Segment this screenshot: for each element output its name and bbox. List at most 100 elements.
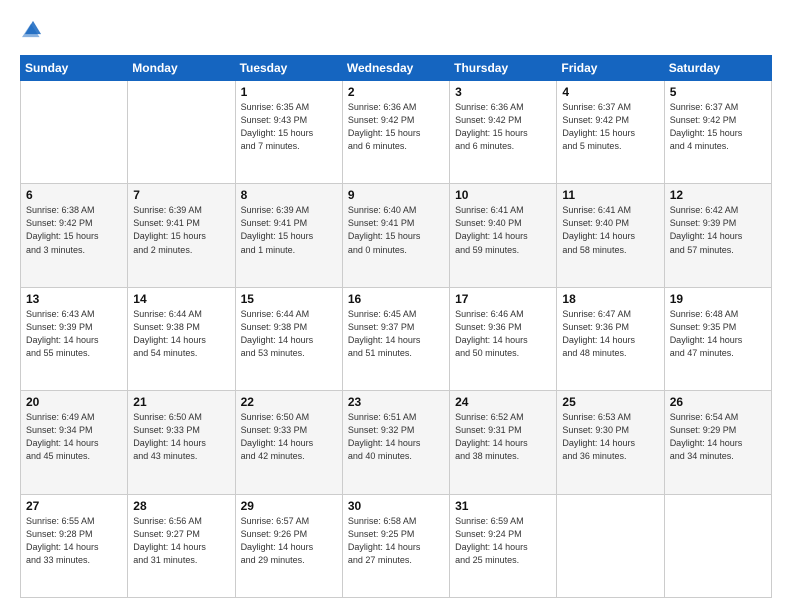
calendar-cell: 14Sunrise: 6:44 AM Sunset: 9:38 PM Dayli… xyxy=(128,287,235,390)
weekday-header-monday: Monday xyxy=(128,56,235,81)
calendar-cell: 23Sunrise: 6:51 AM Sunset: 9:32 PM Dayli… xyxy=(342,391,449,494)
day-info: Sunrise: 6:49 AM Sunset: 9:34 PM Dayligh… xyxy=(26,411,122,463)
calendar-cell: 20 Sunrise: 6:49 AM Sunset: 9:34 PM Dayli… xyxy=(21,391,128,494)
day-info: Sunrise: 6:46 AM Sunset: 9:36 PM Dayligh… xyxy=(455,308,551,360)
day-number: 6 xyxy=(26,188,122,202)
week-row-2: 6 Sunrise: 6:38 AM Sunset: 9:42 PM Daylig… xyxy=(21,184,772,287)
day-number: 16 xyxy=(348,292,444,306)
logo-icon xyxy=(22,18,44,40)
day-number: 15 xyxy=(241,292,337,306)
calendar-cell: 13 Sunrise: 6:43 AM Sunset: 9:39 PM Dayli… xyxy=(21,287,128,390)
day-number: 4 xyxy=(562,85,658,99)
calendar-cell: 25 Sunrise: 6:53 AM Sunset: 9:30 PM Dayli… xyxy=(557,391,664,494)
day-number: 5 xyxy=(670,85,766,99)
calendar-cell: 11 Sunrise: 6:41 AM Sunset: 9:40 PM Dayli… xyxy=(557,184,664,287)
day-info: Sunrise: 6:38 AM Sunset: 9:42 PM Dayligh… xyxy=(26,204,122,256)
day-number: 20 xyxy=(26,395,122,409)
weekday-header-sunday: Sunday xyxy=(21,56,128,81)
day-number: 25 xyxy=(562,395,658,409)
day-info: Sunrise: 6:47 AM Sunset: 9:36 PM Dayligh… xyxy=(562,308,658,360)
day-info: Sunrise: 6:56 AM Sunset: 9:27 PM Dayligh… xyxy=(133,515,229,567)
day-number: 13 xyxy=(26,292,122,306)
calendar-cell: 22 Sunrise: 6:50 AM Sunset: 9:33 PM Dayli… xyxy=(235,391,342,494)
day-number: 8 xyxy=(241,188,337,202)
weekday-header-thursday: Thursday xyxy=(450,56,557,81)
day-info: Sunrise: 6:43 AM Sunset: 9:39 PM Dayligh… xyxy=(26,308,122,360)
day-number: 12 xyxy=(670,188,766,202)
day-info: Sunrise: 6:48 AM Sunset: 9:35 PM Dayligh… xyxy=(670,308,766,360)
day-number: 26 xyxy=(670,395,766,409)
weekday-row: SundayMondayTuesdayWednesdayThursdayFrid… xyxy=(21,56,772,81)
day-info: Sunrise: 6:50 AM Sunset: 9:33 PM Dayligh… xyxy=(133,411,229,463)
day-info: Sunrise: 6:44 AM Sunset: 9:38 PM Dayligh… xyxy=(241,308,337,360)
calendar-cell: 31Sunrise: 6:59 AM Sunset: 9:24 PM Dayli… xyxy=(450,494,557,597)
day-number: 28 xyxy=(133,499,229,513)
day-info: Sunrise: 6:37 AM Sunset: 9:42 PM Dayligh… xyxy=(562,101,658,153)
day-info: Sunrise: 6:42 AM Sunset: 9:39 PM Dayligh… xyxy=(670,204,766,256)
day-number: 27 xyxy=(26,499,122,513)
logo xyxy=(20,18,46,45)
day-number: 21 xyxy=(133,395,229,409)
header xyxy=(20,18,772,45)
day-info: Sunrise: 6:39 AM Sunset: 9:41 PM Dayligh… xyxy=(241,204,337,256)
calendar-header: SundayMondayTuesdayWednesdayThursdayFrid… xyxy=(21,56,772,81)
calendar-cell: 6 Sunrise: 6:38 AM Sunset: 9:42 PM Daylig… xyxy=(21,184,128,287)
week-row-5: 27 Sunrise: 6:55 AM Sunset: 9:28 PM Dayli… xyxy=(21,494,772,597)
day-number: 2 xyxy=(348,85,444,99)
calendar-cell: 16 Sunrise: 6:45 AM Sunset: 9:37 PM Dayli… xyxy=(342,287,449,390)
calendar-cell: 5 Sunrise: 6:37 AM Sunset: 9:42 PM Daylig… xyxy=(664,81,771,184)
day-info: Sunrise: 6:55 AM Sunset: 9:28 PM Dayligh… xyxy=(26,515,122,567)
day-info: Sunrise: 6:59 AM Sunset: 9:24 PM Dayligh… xyxy=(455,515,551,567)
day-number: 22 xyxy=(241,395,337,409)
day-number: 19 xyxy=(670,292,766,306)
day-info: Sunrise: 6:35 AM Sunset: 9:43 PM Dayligh… xyxy=(241,101,337,153)
calendar-cell: 4 Sunrise: 6:37 AM Sunset: 9:42 PM Daylig… xyxy=(557,81,664,184)
day-number: 29 xyxy=(241,499,337,513)
calendar-cell: 30 Sunrise: 6:58 AM Sunset: 9:25 PM Dayli… xyxy=(342,494,449,597)
calendar-cell: 10 Sunrise: 6:41 AM Sunset: 9:40 PM Dayli… xyxy=(450,184,557,287)
weekday-header-wednesday: Wednesday xyxy=(342,56,449,81)
day-info: Sunrise: 6:36 AM Sunset: 9:42 PM Dayligh… xyxy=(348,101,444,153)
calendar-cell: 8 Sunrise: 6:39 AM Sunset: 9:41 PM Daylig… xyxy=(235,184,342,287)
weekday-header-tuesday: Tuesday xyxy=(235,56,342,81)
calendar-cell xyxy=(557,494,664,597)
calendar-cell: 18Sunrise: 6:47 AM Sunset: 9:36 PM Dayli… xyxy=(557,287,664,390)
calendar-cell: 15 Sunrise: 6:44 AM Sunset: 9:38 PM Dayli… xyxy=(235,287,342,390)
day-info: Sunrise: 6:40 AM Sunset: 9:41 PM Dayligh… xyxy=(348,204,444,256)
calendar-cell: 21 Sunrise: 6:50 AM Sunset: 9:33 PM Dayli… xyxy=(128,391,235,494)
week-row-1: 1 Sunrise: 6:35 AM Sunset: 9:43 PM Daylig… xyxy=(21,81,772,184)
calendar-cell: 26 Sunrise: 6:54 AM Sunset: 9:29 PM Dayli… xyxy=(664,391,771,494)
calendar-cell: 9 Sunrise: 6:40 AM Sunset: 9:41 PM Daylig… xyxy=(342,184,449,287)
calendar-cell: 1 Sunrise: 6:35 AM Sunset: 9:43 PM Daylig… xyxy=(235,81,342,184)
calendar-cell xyxy=(664,494,771,597)
day-info: Sunrise: 6:45 AM Sunset: 9:37 PM Dayligh… xyxy=(348,308,444,360)
day-info: Sunrise: 6:57 AM Sunset: 9:26 PM Dayligh… xyxy=(241,515,337,567)
day-number: 30 xyxy=(348,499,444,513)
weekday-header-friday: Friday xyxy=(557,56,664,81)
calendar-cell: 2 Sunrise: 6:36 AM Sunset: 9:42 PM Daylig… xyxy=(342,81,449,184)
day-info: Sunrise: 6:50 AM Sunset: 9:33 PM Dayligh… xyxy=(241,411,337,463)
day-info: Sunrise: 6:54 AM Sunset: 9:29 PM Dayligh… xyxy=(670,411,766,463)
day-number: 11 xyxy=(562,188,658,202)
calendar-cell: 12 Sunrise: 6:42 AM Sunset: 9:39 PM Dayli… xyxy=(664,184,771,287)
day-number: 10 xyxy=(455,188,551,202)
day-number: 9 xyxy=(348,188,444,202)
calendar-cell: 28 Sunrise: 6:56 AM Sunset: 9:27 PM Dayli… xyxy=(128,494,235,597)
page: SundayMondayTuesdayWednesdayThursdayFrid… xyxy=(0,0,792,612)
day-info: Sunrise: 6:44 AM Sunset: 9:38 PM Dayligh… xyxy=(133,308,229,360)
calendar-cell: 19 Sunrise: 6:48 AM Sunset: 9:35 PM Dayli… xyxy=(664,287,771,390)
weekday-header-saturday: Saturday xyxy=(664,56,771,81)
day-info: Sunrise: 6:51 AM Sunset: 9:32 PM Dayligh… xyxy=(348,411,444,463)
day-info: Sunrise: 6:53 AM Sunset: 9:30 PM Dayligh… xyxy=(562,411,658,463)
calendar-table: SundayMondayTuesdayWednesdayThursdayFrid… xyxy=(20,55,772,598)
calendar-cell: 27 Sunrise: 6:55 AM Sunset: 9:28 PM Dayli… xyxy=(21,494,128,597)
week-row-4: 20 Sunrise: 6:49 AM Sunset: 9:34 PM Dayli… xyxy=(21,391,772,494)
day-number: 1 xyxy=(241,85,337,99)
day-info: Sunrise: 6:41 AM Sunset: 9:40 PM Dayligh… xyxy=(562,204,658,256)
day-number: 24 xyxy=(455,395,551,409)
day-info: Sunrise: 6:58 AM Sunset: 9:25 PM Dayligh… xyxy=(348,515,444,567)
day-info: Sunrise: 6:41 AM Sunset: 9:40 PM Dayligh… xyxy=(455,204,551,256)
calendar-cell: 3Sunrise: 6:36 AM Sunset: 9:42 PM Daylig… xyxy=(450,81,557,184)
day-info: Sunrise: 6:37 AM Sunset: 9:42 PM Dayligh… xyxy=(670,101,766,153)
calendar-cell xyxy=(21,81,128,184)
